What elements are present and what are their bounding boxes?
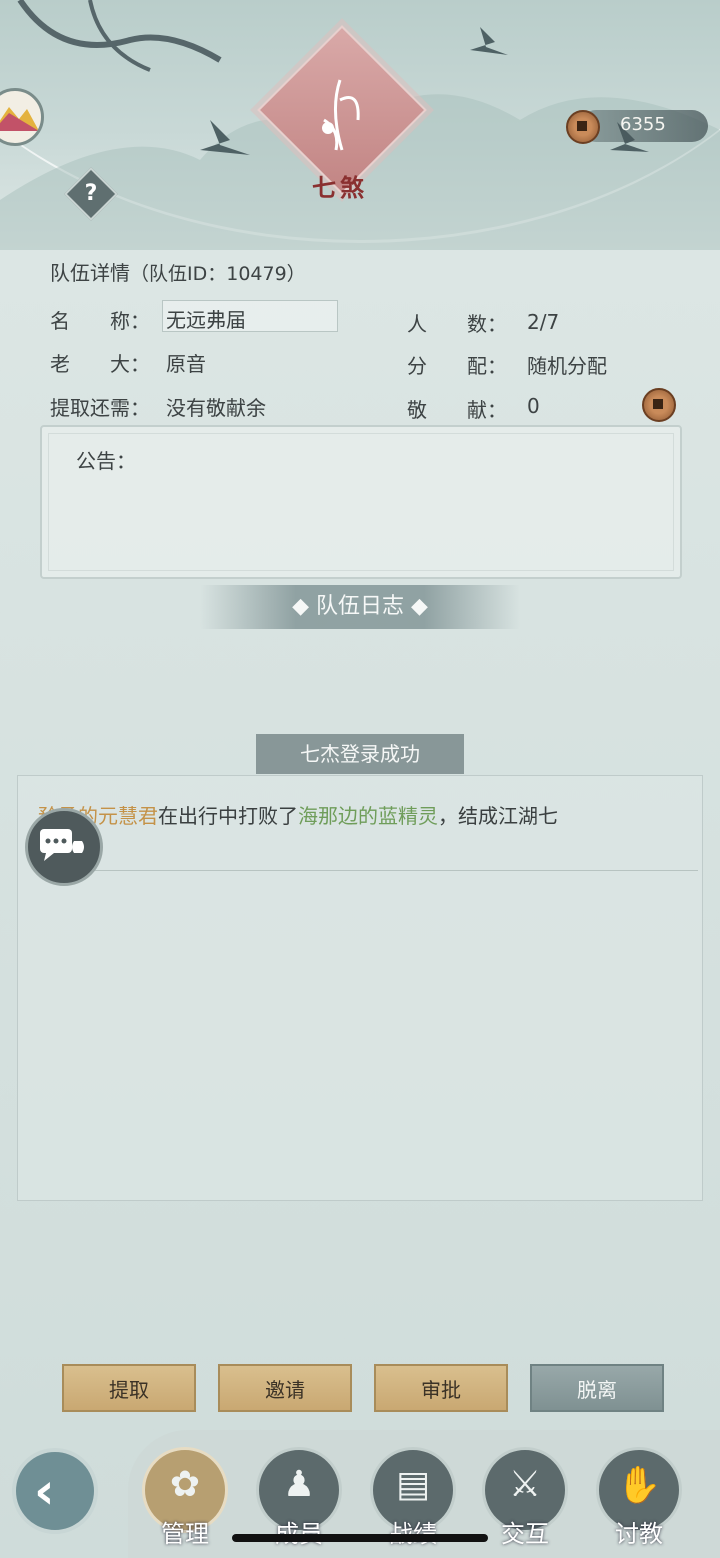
help-icon: ? bbox=[84, 181, 98, 206]
emblem-label: 七煞 bbox=[312, 173, 368, 202]
coin-amount: 6355 bbox=[620, 114, 666, 135]
tab-challenge-label: 讨教 bbox=[615, 1520, 663, 1548]
withdraw-value: 没有敬献余 bbox=[166, 396, 266, 420]
opponent-name-link[interactable]: 海那边的蓝精灵 bbox=[298, 804, 438, 828]
withdraw-button[interactable]: 提取 bbox=[62, 1364, 196, 1412]
withdraw-label: 提取还需： bbox=[50, 396, 150, 420]
back-arrow-icon: ‹ bbox=[34, 1462, 55, 1520]
team-details-title: 队伍详情（队伍ID：10479） bbox=[50, 261, 306, 285]
log-entry-title: 七杰登录成功 bbox=[256, 734, 464, 774]
contribute-coin-button[interactable] bbox=[642, 388, 676, 422]
team-id: （队伍ID：10479） bbox=[130, 263, 306, 285]
log-divider bbox=[70, 870, 698, 871]
distribution-value[interactable]: 随机分配 bbox=[527, 350, 607, 379]
emblem-orchid-icon bbox=[322, 79, 360, 151]
announcement-frame bbox=[48, 433, 674, 571]
record-icon: ▤ bbox=[395, 1464, 430, 1505]
leader-label: 老 大： bbox=[50, 352, 150, 376]
members-label: 人 数： bbox=[407, 312, 507, 336]
members-value: 2/7 bbox=[527, 310, 560, 334]
chat-bubble-icon bbox=[40, 829, 84, 861]
leader-value: 原音 bbox=[166, 352, 206, 376]
distribution-label: 分 配： bbox=[407, 354, 507, 378]
log-entry-text: 矜柔的元慧君在出行中打败了海那边的蓝精灵，结成江湖七 bbox=[38, 804, 558, 828]
coin-icon bbox=[566, 110, 600, 144]
invite-button[interactable]: 邀请 bbox=[218, 1364, 352, 1412]
back-button[interactable]: ‹ bbox=[12, 1448, 98, 1534]
management-icon: ✿ bbox=[169, 1464, 201, 1505]
contribution-value: 0 bbox=[527, 394, 540, 418]
announcement-label: 公告： bbox=[76, 449, 136, 473]
members-icon: ♟ bbox=[282, 1464, 316, 1505]
interact-icon: ⚔ bbox=[508, 1464, 542, 1505]
log-panel bbox=[17, 775, 703, 1201]
tab-record-label: 战绩 bbox=[370, 1514, 456, 1549]
team-name-value: 无远弗届 bbox=[166, 308, 246, 332]
home-indicator[interactable] bbox=[232, 1534, 488, 1542]
contribution-label: 敬 献： bbox=[407, 398, 507, 422]
tab-interact-label: 交互 bbox=[501, 1520, 549, 1548]
approve-button[interactable]: 审批 bbox=[374, 1364, 508, 1412]
announcement-box[interactable]: 公告： bbox=[40, 425, 682, 579]
chat-button[interactable] bbox=[25, 808, 103, 886]
tab-management-label: 管理 bbox=[161, 1520, 209, 1548]
name-label: 名 称： bbox=[50, 309, 150, 333]
tab-members-label: 成员 bbox=[256, 1514, 342, 1549]
challenge-icon: ✋ bbox=[616, 1465, 662, 1506]
leave-button[interactable]: 脱离 bbox=[530, 1364, 664, 1412]
team-log-header: ◆ 队伍日志 ◆ bbox=[200, 585, 520, 629]
